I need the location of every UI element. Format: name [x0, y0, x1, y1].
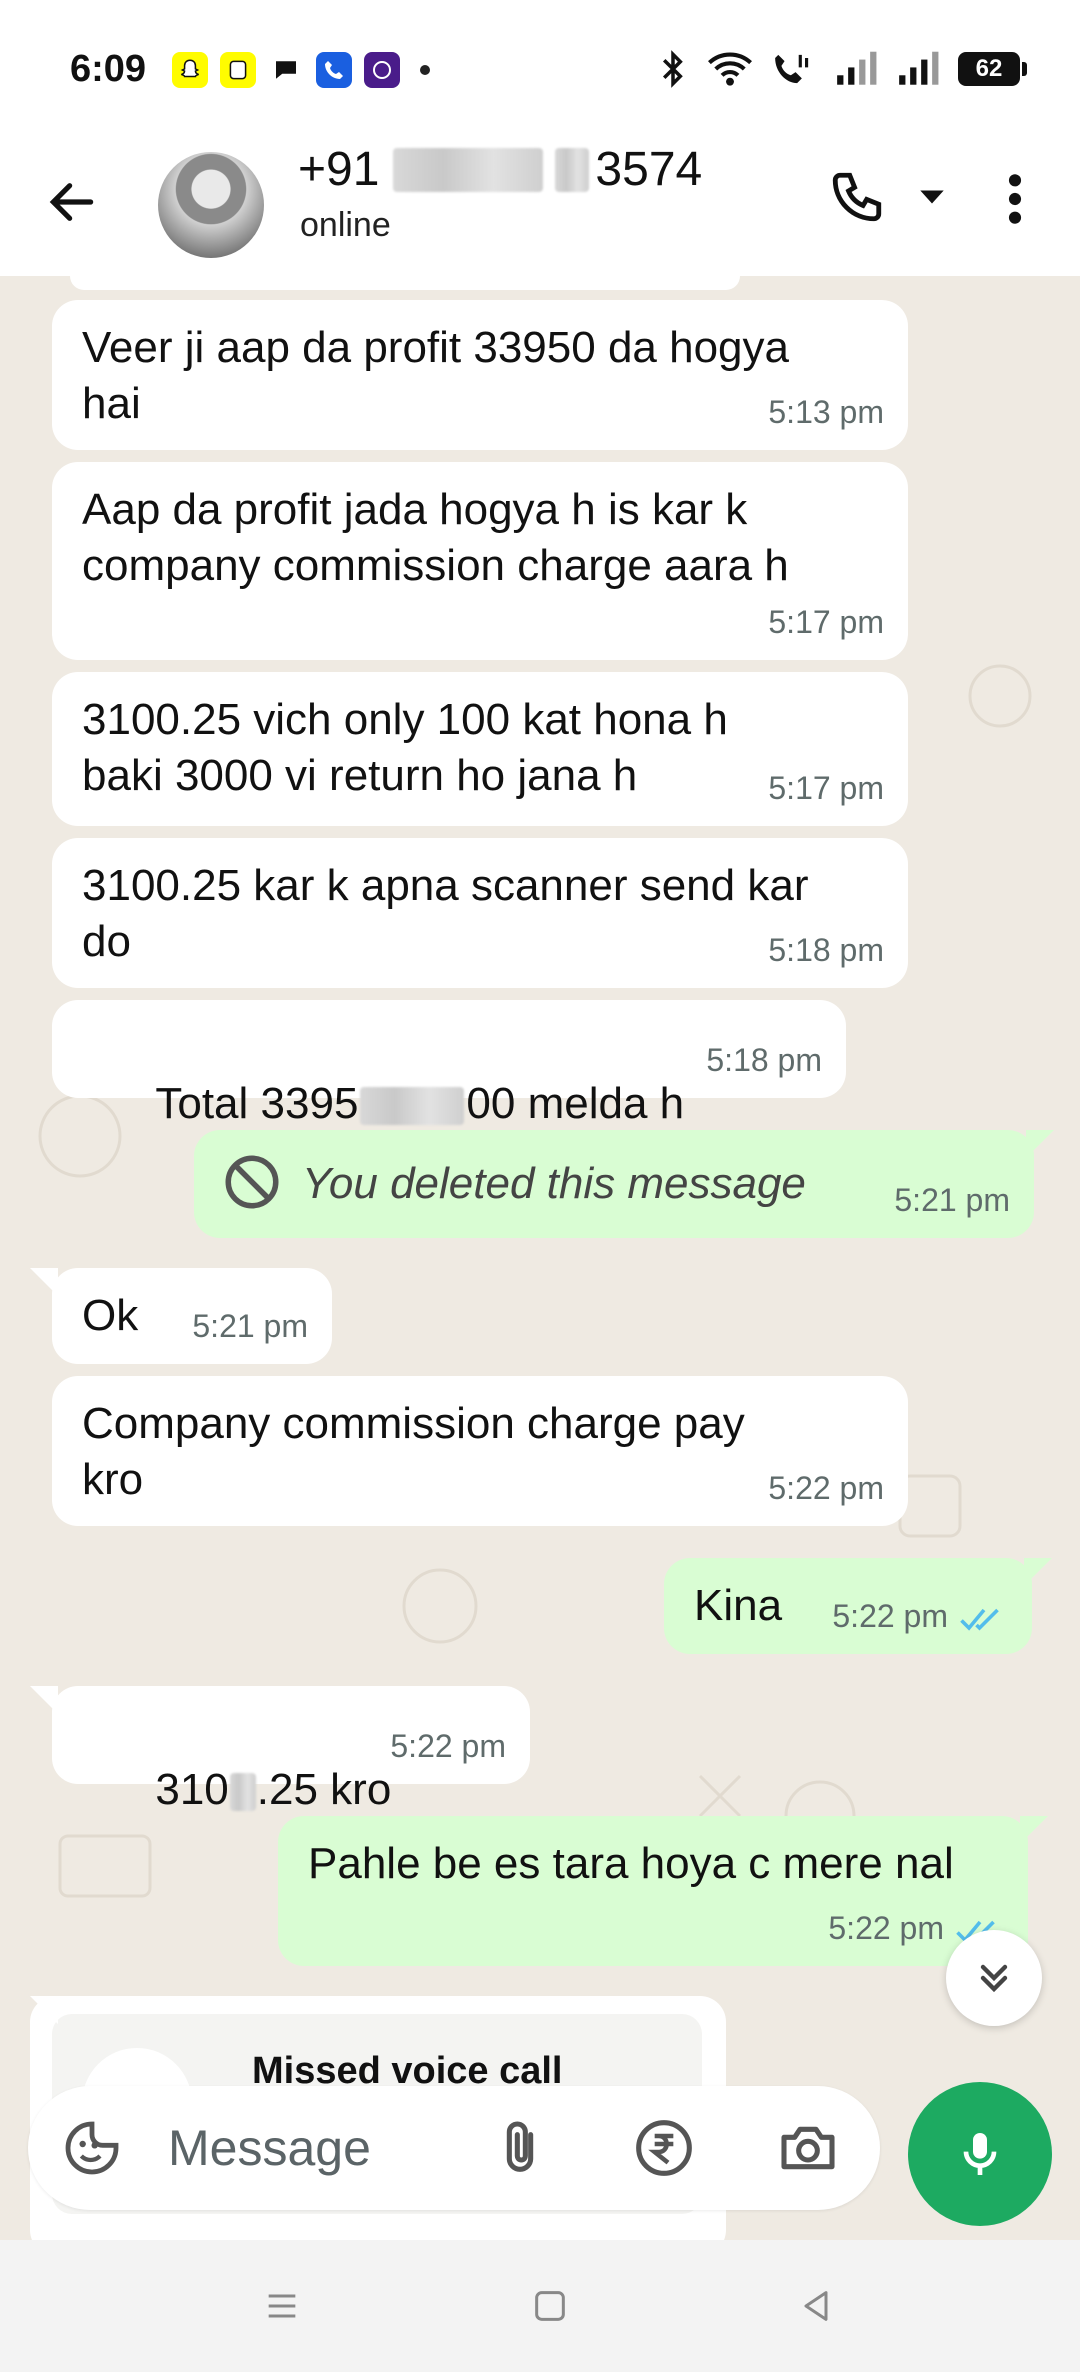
- message-text-start: 310: [155, 1765, 229, 1814]
- contact-name-suffix: 3574: [595, 143, 703, 196]
- call-options-dropdown[interactable]: [912, 182, 952, 212]
- phone-icon: [832, 172, 882, 222]
- contact-name-prefix: +91: [298, 143, 380, 196]
- chat-area[interactable]: Veer ji aap da profit 33950 da hogya hai…: [0, 276, 1080, 2240]
- voice-message-button[interactable]: [908, 2082, 1052, 2226]
- message-text: Ok: [82, 1291, 139, 1340]
- camera-button[interactable]: [776, 2116, 840, 2180]
- system-back-button[interactable]: [788, 2278, 844, 2334]
- triangle-back-icon: [804, 2291, 828, 2321]
- message-incoming[interactable]: 3100.25 kar k apna scanner send kar do 5…: [52, 838, 908, 988]
- message-incoming[interactable]: 3100.25 vich only 100 kat hona h baki 30…: [52, 672, 908, 826]
- message-text: Veer ji aap da profit 33950 da hogya hai: [82, 323, 789, 428]
- jio-icon: [364, 52, 400, 88]
- more-options-button[interactable]: [995, 164, 1035, 234]
- previous-message-edge: [70, 276, 740, 290]
- battery-icon: 62: [958, 52, 1027, 86]
- voice-call-button[interactable]: [822, 162, 892, 232]
- avatar[interactable]: [158, 152, 264, 258]
- message-time: 5:22 pm: [828, 1910, 944, 1946]
- message-text: Aap da profit jada hogya h is kar k comp…: [82, 485, 789, 590]
- message-time: 5:17 pm: [768, 770, 884, 806]
- wifi-icon: [708, 52, 752, 86]
- message-text: 3100.25 vich only 100 kat hona h baki 30…: [82, 695, 728, 800]
- square-icon: [535, 2291, 565, 2321]
- double-check-read-icon: [960, 1608, 999, 1631]
- scroll-to-bottom-button[interactable]: [946, 1930, 1042, 2026]
- message-incoming[interactable]: Veer ji aap da profit 33950 da hogya hai…: [52, 300, 908, 450]
- message-input[interactable]: [168, 2110, 468, 2186]
- message-time: 5:18 pm: [768, 932, 884, 968]
- kebab-menu-icon: [1008, 174, 1022, 224]
- snapchat-icon: [172, 52, 208, 88]
- microphone-icon: [963, 2133, 997, 2175]
- contact-status: online: [300, 206, 391, 244]
- message-time: 5:13 pm: [768, 394, 884, 430]
- signal-icon-2: [899, 51, 939, 85]
- attach-button[interactable]: [488, 2116, 552, 2180]
- message-incoming[interactable]: 310 .25 kro 5:22 pm: [52, 1686, 530, 1814]
- bluetooth-icon: [662, 50, 683, 88]
- message-time: 5:21 pm: [894, 1182, 1010, 1218]
- status-time: 6:09: [70, 48, 147, 90]
- message-text: You deleted this message: [302, 1159, 806, 1208]
- composer-bar: [0, 2058, 1080, 2240]
- message-incoming[interactable]: Ok 5:21 pm: [52, 1268, 332, 1364]
- message-outgoing-deleted[interactable]: You deleted this message 5:21 pm: [194, 1130, 1034, 1238]
- chat-bubble-icon: [268, 52, 304, 88]
- recents-button[interactable]: [254, 2278, 310, 2334]
- message-time: 5:22 pm: [768, 1470, 884, 1506]
- message-text: Pahle be es tara hoya c mere nal: [308, 1839, 954, 1888]
- caret-down-icon: [920, 190, 944, 204]
- arrow-left-icon: [49, 183, 94, 221]
- blocked-icon: [225, 1155, 279, 1209]
- camera-icon: [781, 2126, 835, 2170]
- payment-button[interactable]: [632, 2116, 696, 2180]
- redacted-digits: [229, 1773, 256, 1812]
- message-text-start: Total 3395: [155, 1079, 359, 1128]
- notification-icons: [172, 52, 430, 88]
- system-navigation-bar: [0, 2240, 1080, 2372]
- message-outgoing[interactable]: Pahle be es tara hoya c mere nal 5:22 pm: [278, 1816, 1028, 1966]
- message-text-end: 00 melda h: [466, 1079, 685, 1128]
- sticker-emoji-button[interactable]: [60, 2116, 124, 2180]
- composer: [28, 2086, 880, 2210]
- snapchat-icon: [220, 52, 256, 88]
- message-text-end: .25 kro: [256, 1765, 392, 1814]
- message-outgoing[interactable]: Kina 5:22 pm: [664, 1558, 1032, 1654]
- phone-app-icon: [316, 52, 352, 88]
- message-time: 5:21 pm: [192, 1308, 308, 1344]
- message-text: 3100.25 kar k apna scanner send kar do: [82, 861, 809, 966]
- message-incoming[interactable]: Aap da profit jada hogya h is kar k comp…: [52, 462, 908, 660]
- redacted-digits: [393, 147, 544, 192]
- chat-header: +91 3574 online: [0, 140, 1080, 276]
- menu-lines-icon: [268, 2294, 296, 2318]
- paperclip-icon: [506, 2121, 534, 2172]
- signal-icon: [837, 51, 877, 85]
- message-time: 5:22 pm: [832, 1598, 948, 1634]
- message-incoming[interactable]: Company commission charge pay kro 5:22 p…: [52, 1376, 908, 1526]
- home-button[interactable]: [522, 2278, 578, 2334]
- message-text: Kina: [694, 1581, 783, 1630]
- status-bar: 6:09 62: [0, 0, 1080, 140]
- message-time: 5:17 pm: [768, 604, 884, 640]
- double-chevron-down-icon: [980, 1964, 1008, 1993]
- redacted-digits: [555, 147, 590, 192]
- message-meta: 5:22 pm: [832, 1588, 1008, 1644]
- message-time: 5:18 pm: [706, 1042, 822, 1078]
- wifi-calling-icon: [775, 54, 809, 84]
- sticker-icon: [65, 2121, 119, 2175]
- rupee-icon: [636, 2120, 692, 2176]
- more-notifications-dot: [420, 65, 430, 75]
- redacted-digits: [360, 1087, 465, 1126]
- message-time: 5:22 pm: [390, 1728, 506, 1764]
- message-text: Company commission charge pay kro: [82, 1399, 745, 1504]
- message-incoming[interactable]: Total 3395 00 melda h 5:18 pm: [52, 1000, 846, 1128]
- back-button[interactable]: [40, 170, 104, 234]
- system-icons: 62: [658, 50, 1027, 88]
- contact-name[interactable]: +91 3574: [298, 142, 702, 197]
